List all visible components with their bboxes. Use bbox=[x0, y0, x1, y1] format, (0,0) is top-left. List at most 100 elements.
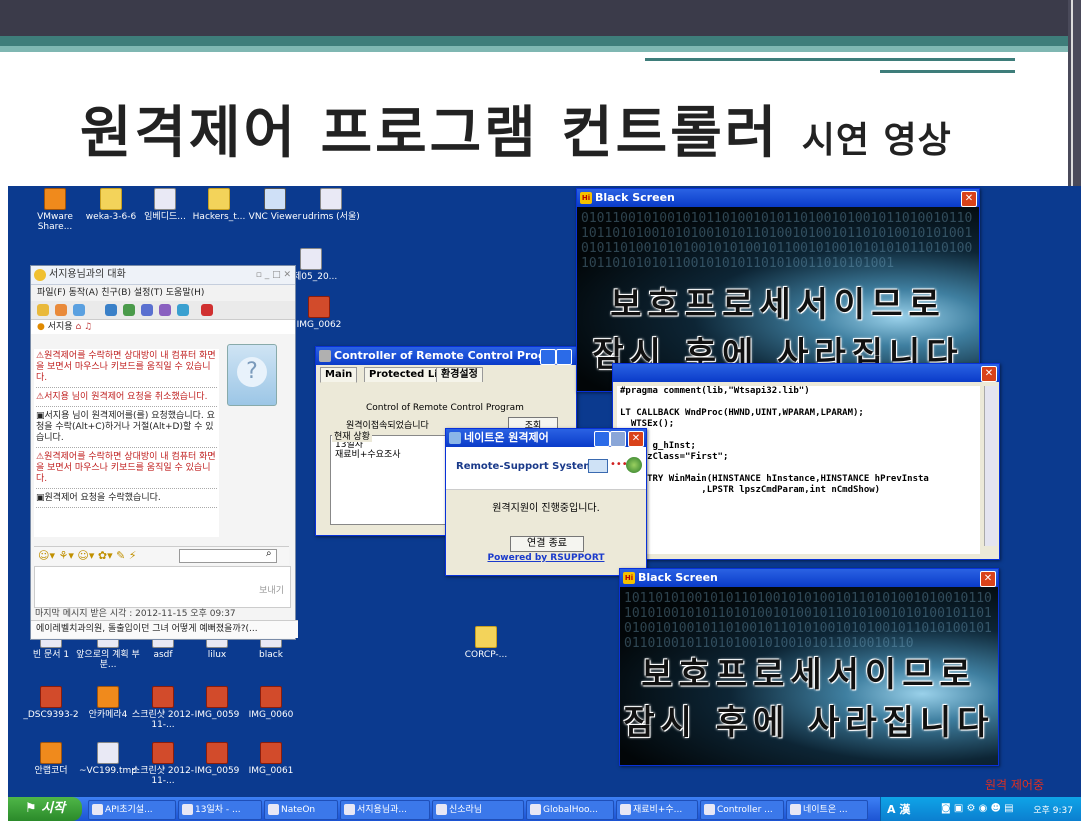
block-icon[interactable] bbox=[201, 304, 213, 316]
slide-accent-bar bbox=[0, 36, 1081, 46]
taskbar-button[interactable]: 신소라님 bbox=[432, 800, 524, 820]
folder-icon bbox=[100, 188, 122, 210]
desktop-icon[interactable]: CORCP-... bbox=[451, 626, 521, 660]
minimize-icon[interactable] bbox=[540, 349, 556, 365]
taskbar-button[interactable]: 재료비+수... bbox=[616, 800, 698, 820]
remote-support-window: 네이트온 원격제어 ✕ Remote-Support System ••• 원격… bbox=[445, 428, 647, 576]
emoticon-icon[interactable] bbox=[37, 304, 49, 316]
doc-icon bbox=[300, 248, 322, 270]
chat-message-input[interactable]: 보내기 bbox=[34, 566, 291, 608]
game-icon[interactable] bbox=[123, 304, 135, 316]
doc-icon bbox=[154, 188, 176, 210]
close-icon[interactable]: ✕ bbox=[981, 366, 997, 382]
black-screen-title-bar[interactable]: Hi Black Screen ✕ bbox=[577, 189, 979, 207]
controller-tabs: Main Protected List 환경설정 bbox=[316, 365, 576, 383]
slide-top-bar bbox=[0, 0, 1081, 36]
app-icon bbox=[319, 350, 331, 362]
taskbar-button[interactable]: NateOn bbox=[264, 800, 338, 820]
current-status-label: 현재 상황 bbox=[332, 429, 372, 442]
chat-window: 서지용님과의 대화 ▫ _ □ ✕ 파일(F) 동작(A) 친구(B) 설정(T… bbox=[30, 265, 298, 640]
chat-ad-banner[interactable]: 에이레벨치과의원, 돌출입이던 그녀 어떻게 예뻐졌을까?(... bbox=[31, 620, 298, 638]
desktop-icon[interactable]: IMG_0061 bbox=[236, 742, 306, 776]
img-icon bbox=[206, 686, 228, 708]
system-tray: A 漢 ◙ ▣ ⚙ ◉ ☻ ▤ 오후 9:37 bbox=[880, 797, 1081, 821]
screen-icon[interactable] bbox=[105, 304, 117, 316]
controller-caption: Control of Remote Control Program bbox=[366, 403, 524, 413]
app-icon bbox=[44, 188, 66, 210]
tab-main[interactable]: Main bbox=[320, 367, 358, 383]
desktop-icon[interactable]: udrims (서울) bbox=[296, 188, 366, 222]
info-icon: ▣ bbox=[36, 493, 45, 503]
folder-icon bbox=[208, 188, 230, 210]
img-icon bbox=[260, 686, 282, 708]
desktop-icon-label: IMG_0061 bbox=[248, 766, 294, 776]
controller-title-bar[interactable]: Controller of Remote Control Program bbox=[316, 347, 576, 365]
desktop-icon-label: udrims (서울) bbox=[302, 212, 360, 222]
chat-user-name: 서지용 bbox=[47, 322, 73, 332]
powered-by-link[interactable]: Powered by RSUPPORT bbox=[446, 553, 646, 563]
close-icon[interactable]: ✕ bbox=[961, 191, 977, 207]
nateon-icon bbox=[34, 269, 46, 281]
remote-support-message: 원격지원이 진행중입니다. bbox=[492, 503, 600, 514]
tray-icons[interactable]: ◙ ▣ ⚙ ◉ ☻ ▤ bbox=[941, 803, 1014, 814]
video-icon[interactable] bbox=[159, 304, 171, 316]
tab-settings[interactable]: 환경설정 bbox=[436, 367, 483, 382]
file-icon[interactable] bbox=[55, 304, 67, 316]
code-text[interactable]: #pragma comment(lib,"Wtsapi32.lib") LT C… bbox=[617, 386, 980, 554]
slide-title-sub: 시연 영상 bbox=[801, 120, 952, 161]
disconnect-button[interactable]: 연결 종료 bbox=[510, 536, 584, 552]
doc-icon bbox=[97, 742, 119, 764]
minimize-icon[interactable] bbox=[594, 431, 610, 447]
emoticon-menu-icon[interactable]: ☺▾ ⚘▾ ☺▾ ✿▾ ✎ ⚡ bbox=[38, 549, 137, 562]
remote-icon[interactable] bbox=[177, 304, 189, 316]
vertical-scrollbar[interactable] bbox=[984, 386, 997, 546]
chat-input-toolbar: ☺▾ ⚘▾ ☺▾ ✿▾ ✎ ⚡ ⌕ bbox=[34, 546, 289, 565]
taskbar-button[interactable]: 네이트온 ... bbox=[786, 800, 868, 820]
black-screen-window: Hi Black Screen ✕ 0101100101001010110100… bbox=[576, 188, 980, 392]
chat-menu-bar[interactable]: 파일(F) 동작(A) 친구(B) 설정(T) 도움말(H) bbox=[31, 285, 295, 301]
chat-message-list: ⚠원격제어를 수락하면 상대방이 내 컴퓨터 화면을 보면서 마우스나 키보드를… bbox=[34, 349, 219, 537]
black-screen-title-bar[interactable]: Hi Black Screen ✕ bbox=[620, 569, 998, 587]
desktop-icon-label: IMG_0060 bbox=[248, 710, 294, 720]
taskbar-button[interactable]: GlobalHoo... bbox=[526, 800, 614, 820]
taskbar-button[interactable]: 서지용님과... bbox=[340, 800, 430, 820]
chat-title-bar[interactable]: 서지용님과의 대화 ▫ _ □ ✕ bbox=[31, 266, 295, 285]
img-icon bbox=[260, 742, 282, 764]
doc-icon bbox=[320, 188, 342, 210]
ime-indicator[interactable]: A 漢 bbox=[887, 801, 910, 817]
current-status-box: 13일차 재료비+수요조사 bbox=[330, 435, 448, 525]
binary-background: 1011010100101011010010101001011010100101… bbox=[620, 587, 998, 765]
remote-support-title: 네이트온 원격제어 bbox=[464, 431, 549, 444]
maximize-icon bbox=[610, 431, 626, 447]
code-editor-window: ✕ #pragma comment(lib,"Wtsapi32.lib") LT… bbox=[612, 363, 1000, 560]
maximize-icon[interactable] bbox=[556, 349, 572, 365]
remote-support-title-bar[interactable]: 네이트온 원격제어 ✕ bbox=[446, 429, 646, 447]
taskbar-button[interactable]: Controller ... bbox=[700, 800, 784, 820]
code-window-title-bar[interactable]: ✕ bbox=[613, 364, 999, 382]
window-controls-icon[interactable]: ▫ _ □ ✕ bbox=[256, 266, 291, 284]
app-icon bbox=[97, 686, 119, 708]
app-icon bbox=[40, 742, 62, 764]
send-button[interactable]: 보내기 bbox=[259, 583, 284, 596]
clock: 오후 9:37 bbox=[1033, 806, 1073, 816]
info-icon: ▣ bbox=[36, 411, 45, 421]
desktop-icon[interactable]: IMG_0060 bbox=[236, 686, 306, 720]
close-icon[interactable]: ✕ bbox=[980, 571, 996, 587]
protect-message-line1: 보호프로세서이므로 bbox=[641, 655, 977, 695]
call-icon[interactable] bbox=[141, 304, 153, 316]
user-icon[interactable] bbox=[73, 304, 85, 316]
close-icon[interactable]: ✕ bbox=[628, 431, 644, 447]
search-icon[interactable]: ⌕ bbox=[266, 548, 272, 559]
taskbar: ⚑ 시작 API초기설... 13일차 - ... NateOn 서지용님과... 신소… bbox=[8, 797, 1081, 821]
remote-support-logo: Remote-Support System bbox=[456, 461, 594, 472]
protect-message-line2: 잠시 후에 사라집니다 bbox=[623, 703, 995, 743]
folder-icon bbox=[475, 626, 497, 648]
slide-title: 원격제어 프로그램 컨트롤러 시연 영상 bbox=[80, 88, 952, 169]
font-select[interactable] bbox=[179, 549, 277, 563]
chat-message: ⚠원격제어를 수락하면 상대방이 내 컴퓨터 화면을 보면서 마우스나 키보드를… bbox=[36, 351, 217, 388]
chat-toolbar bbox=[31, 301, 295, 320]
start-button[interactable]: ⚑ 시작 bbox=[8, 797, 82, 821]
taskbar-button[interactable]: API초기설... bbox=[88, 800, 176, 820]
taskbar-button[interactable]: 13일차 - ... bbox=[178, 800, 262, 820]
user-status-icon: ● bbox=[37, 322, 45, 332]
